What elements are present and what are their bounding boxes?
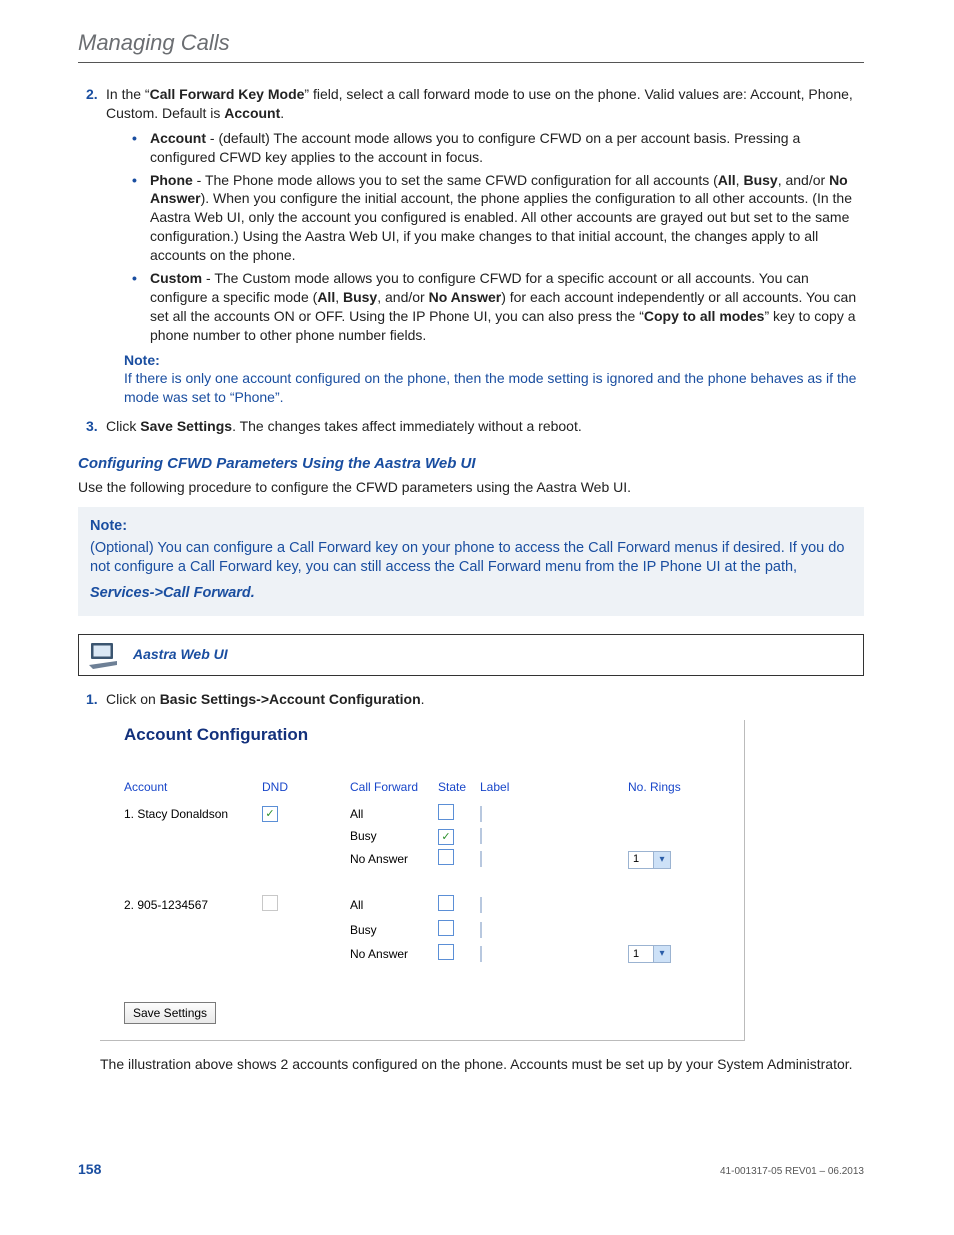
aastra-webui-bar: Aastra Web UI xyxy=(78,634,864,676)
account-1-cfwd-busy: Busy xyxy=(350,826,430,846)
account-1-dnd-checkbox[interactable]: ✓ xyxy=(262,806,278,822)
aastra-webui-label: Aastra Web UI xyxy=(133,645,228,664)
figure-title: Account Configuration xyxy=(124,724,744,747)
col-dnd: DND xyxy=(262,779,342,801)
note-box: Note: (Optional) You can configure a Cal… xyxy=(78,507,864,615)
bullet-account: Account - (default) The account mode all… xyxy=(132,129,864,167)
account-1-label-busy-input[interactable] xyxy=(480,828,482,844)
account-config-figure: Account Configuration Account DND Call F… xyxy=(100,720,745,1041)
intro-text: Use the following procedure to configure… xyxy=(78,478,864,497)
account-1-cfwd-noans: No Answer xyxy=(350,849,430,869)
account-2-cfwd-all: All xyxy=(350,895,430,915)
subheading-cfwd-params: Configuring CFWD Parameters Using the Aa… xyxy=(78,454,864,474)
step-3-text: Click Save Settings. The changes takes a… xyxy=(106,418,582,434)
step-2-number: 2. xyxy=(86,85,98,104)
step-3: 3. Click Save Settings. The changes take… xyxy=(86,417,864,436)
account-2-dnd-checkbox[interactable] xyxy=(262,895,278,911)
col-state: State xyxy=(438,779,472,801)
account-2-state-all-checkbox[interactable] xyxy=(438,895,454,911)
account-2-name: 2. 905-1234567 xyxy=(124,895,254,915)
col-account: Account xyxy=(124,779,254,801)
page-footer: 158 41-001317-05 REV01 – 06.2013 xyxy=(78,1161,864,1177)
inline-note: Note: If there is only one account confi… xyxy=(124,351,864,408)
account-2-cfwd-noans: No Answer xyxy=(350,944,430,964)
running-header: Managing Calls xyxy=(78,30,864,63)
step-2-text: In the “Call Forward Key Mode” field, se… xyxy=(106,86,853,121)
account-2-label-noans-input[interactable] xyxy=(480,946,482,962)
account-1-state-busy-checkbox[interactable]: ✓ xyxy=(438,829,454,845)
save-settings-button[interactable]: Save Settings xyxy=(124,1002,216,1024)
account-2-cfwd-busy: Busy xyxy=(350,920,430,940)
bullet-custom: Custom - The Custom mode allows you to c… xyxy=(132,269,864,345)
account-1-label-all-input[interactable] xyxy=(480,806,482,822)
step-1b-number: 1. xyxy=(86,690,98,709)
account-2-label-busy-input[interactable] xyxy=(480,922,482,938)
step-1b: 1. Click on Basic Settings->Account Conf… xyxy=(86,690,864,709)
bullet-phone: Phone - The Phone mode allows you to set… xyxy=(132,171,864,265)
doc-id: 41-001317-05 REV01 – 06.2013 xyxy=(720,1166,864,1177)
col-cfwd: Call Forward xyxy=(350,779,430,801)
account-2-state-noans-checkbox[interactable] xyxy=(438,944,454,960)
account-2-rings-select[interactable]: 1▾ xyxy=(628,945,671,963)
account-1-state-all-checkbox[interactable] xyxy=(438,804,454,820)
chevron-down-icon: ▾ xyxy=(653,946,670,962)
account-1-state-noans-checkbox[interactable] xyxy=(438,849,454,865)
account-2-state-busy-checkbox[interactable] xyxy=(438,920,454,936)
col-label: Label xyxy=(480,779,620,801)
step-1b-text: Click on Basic Settings->Account Configu… xyxy=(106,691,425,707)
col-rings: No. Rings xyxy=(628,779,718,801)
account-1-rings-select[interactable]: 1▾ xyxy=(628,851,671,869)
account-1-cfwd-all: All xyxy=(350,804,430,824)
chevron-down-icon: ▾ xyxy=(653,852,670,868)
page-number: 158 xyxy=(78,1161,101,1177)
account-1-name: 1. Stacy Donaldson xyxy=(124,804,254,824)
computer-icon xyxy=(87,641,121,669)
path-line: Services->Call Forward. xyxy=(90,584,852,604)
account-1-label-noans-input[interactable] xyxy=(480,851,482,867)
account-2-label-all-input[interactable] xyxy=(480,897,482,913)
step-3-number: 3. xyxy=(86,417,98,436)
step-2: 2. In the “Call Forward Key Mode” field,… xyxy=(86,85,864,407)
figure-caption: The illustration above shows 2 accounts … xyxy=(100,1055,864,1074)
